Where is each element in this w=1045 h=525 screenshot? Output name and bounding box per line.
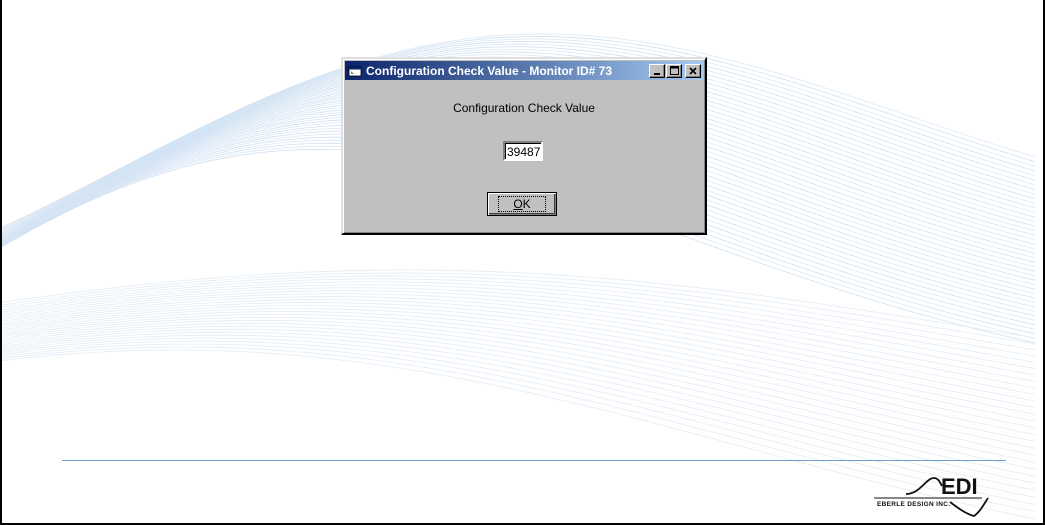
minimize-button[interactable]	[649, 63, 665, 78]
ok-button[interactable]: OK	[487, 192, 557, 216]
wave-line	[0, 305, 1036, 415]
title-buttons	[648, 63, 701, 78]
maximize-button[interactable]	[666, 63, 682, 78]
slide-background: Configuration Check Value - Monitor ID# …	[0, 0, 1045, 525]
dialog-title: Configuration Check Value - Monitor ID# …	[366, 63, 613, 78]
ok-button-label: OK	[498, 196, 546, 212]
ok-mnemonic: O	[513, 197, 523, 211]
close-button[interactable]	[685, 63, 701, 78]
logo-wordmark: EDI	[941, 474, 978, 499]
footer-divider	[62, 460, 1006, 461]
wave-line	[0, 308, 1036, 422]
wave-line	[0, 269, 1036, 339]
dialog-titlebar[interactable]: Configuration Check Value - Monitor ID# …	[345, 61, 703, 80]
wave-line	[0, 322, 1036, 456]
check-value-label: Configuration Check Value	[453, 101, 595, 115]
wave-line	[0, 331, 1036, 477]
check-value-field[interactable]: 39487	[503, 141, 543, 161]
config-check-dialog: Configuration Check Value - Monitor ID# …	[341, 57, 707, 235]
logo-tagline: EBERLE DESIGN INC.	[877, 501, 951, 508]
close-icon	[689, 66, 697, 75]
ok-label-rest: K	[522, 197, 531, 211]
maximize-icon	[669, 66, 679, 75]
window-app-icon[interactable]	[348, 64, 362, 78]
edi-logo: EDI EBERLE DESIGN INC.	[870, 468, 990, 520]
wave-line	[0, 334, 1036, 484]
minimize-icon	[654, 72, 660, 75]
